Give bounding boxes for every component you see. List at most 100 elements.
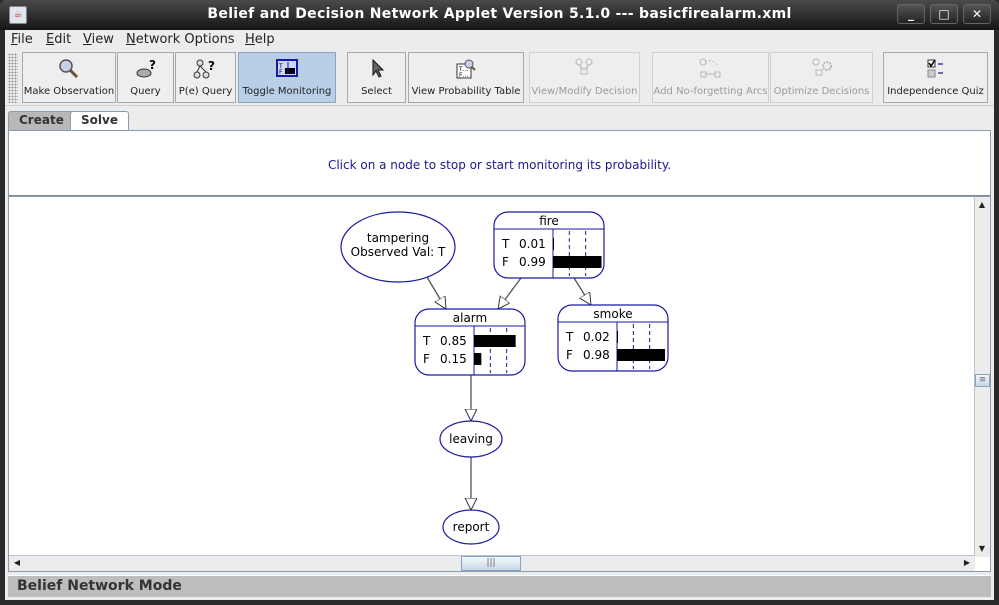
node-name: fire: [539, 214, 559, 228]
probability-bar: [474, 353, 482, 365]
edge-fire-alarm: [498, 277, 522, 309]
tab-solve[interactable]: Solve: [70, 111, 129, 131]
network-canvas[interactable]: tampering Observed Val: T fire T 0.01 F 0.99…: [8, 196, 991, 572]
horizontal-scroll-thumb[interactable]: |||: [461, 556, 521, 571]
state-probability: 0.99: [519, 255, 546, 269]
node-fire[interactable]: fire T 0.01 F 0.99: [493, 211, 605, 279]
toggle-monitoring-button[interactable]: TF Toggle Monitoring: [238, 52, 336, 103]
node-alarm[interactable]: alarm T 0.85 F 0.15: [414, 308, 526, 376]
menu-label: dit: [54, 32, 72, 47]
node-name: tampering: [367, 231, 429, 245]
menu-file[interactable]: File: [11, 32, 33, 47]
toolbar-grip[interactable]: [8, 53, 18, 103]
observed-value: Observed Val: T: [351, 245, 446, 259]
optimize-gear-icon: [812, 58, 832, 76]
mnemonic: N: [126, 32, 136, 47]
button-label: View/Modify Decision: [531, 86, 638, 97]
scroll-right-arrow-icon[interactable]: ▶: [960, 556, 974, 570]
monitor-icon: TF: [276, 59, 298, 77]
menu-bar: File Edit View Network Options Help: [5, 30, 994, 50]
no-forgetting-arcs-icon: [699, 58, 720, 78]
probability-bar: [553, 256, 602, 268]
menu-network-options[interactable]: Network Options: [126, 32, 235, 47]
probability-bar: [553, 238, 554, 250]
select-button[interactable]: Select: [347, 52, 406, 103]
menu-label: iew: [91, 32, 114, 47]
probability-table-icon: T…F…: [456, 59, 476, 79]
svg-text:F: F: [279, 69, 283, 76]
horizontal-scrollbar[interactable]: ◀ ||| ▶: [9, 555, 975, 571]
add-no-forgetting-arcs-button[interactable]: Add No-forgetting Arcs: [652, 52, 769, 103]
window-title: Belief and Decision Network Applet Versi…: [207, 6, 792, 22]
node-name: smoke: [593, 307, 632, 321]
magnifier-icon: [59, 59, 79, 79]
state-label: F: [566, 348, 573, 362]
toolbar: Make Observation ? Query ? P(e) Query TF…: [5, 50, 994, 106]
button-label: Select: [361, 86, 392, 97]
view-probability-table-button[interactable]: T… F… View Probability Table: [408, 52, 524, 103]
node-report[interactable]: report: [442, 509, 500, 545]
close-button[interactable]: ✕: [963, 4, 991, 24]
button-label: Add No-forgetting Arcs: [653, 86, 768, 97]
app-frame: File Edit View Network Options Help Make…: [5, 30, 994, 600]
state-label: F: [423, 352, 430, 366]
state-label: F: [502, 255, 509, 269]
vertical-scrollbar[interactable]: ▲ ≡ ▼: [974, 197, 990, 557]
pe-query-button[interactable]: ? P(e) Query: [175, 52, 236, 103]
independence-quiz-button[interactable]: Independence Quiz: [883, 52, 988, 103]
minimize-button[interactable]: _: [897, 4, 925, 24]
cursor-arrow-icon: [372, 58, 384, 78]
state-label: T: [422, 334, 431, 348]
svg-text:F…: F…: [459, 72, 468, 79]
menu-view[interactable]: View: [83, 32, 114, 47]
tab-create[interactable]: Create: [8, 111, 75, 130]
node-name: alarm: [453, 311, 487, 325]
button-label: View Probability Table: [411, 86, 521, 97]
scroll-down-arrow-icon[interactable]: ▼: [975, 542, 989, 556]
menu-label: etwork Options: [135, 32, 235, 47]
node-leaving[interactable]: leaving: [439, 420, 503, 458]
state-label: T: [565, 330, 574, 344]
edge-fire-smoke: [573, 277, 591, 305]
instruction-message: Click on a node to stop or start monitor…: [327, 158, 672, 172]
network-graph[interactable]: tampering Observed Val: T fire T 0.01 F 0.99…: [9, 197, 973, 555]
mnemonic: V: [83, 32, 92, 47]
probability-bar: [617, 349, 666, 361]
query-node-icon: ?: [136, 58, 156, 78]
menu-label: ile: [17, 32, 33, 47]
message-panel: Click on a node to stop or start monitor…: [8, 130, 991, 196]
button-label: Query: [130, 86, 161, 97]
scroll-left-arrow-icon[interactable]: ◀: [10, 556, 24, 570]
status-bar: Belief Network Mode: [8, 575, 991, 597]
state-probability: 0.15: [440, 352, 467, 366]
query-button[interactable]: ? Query: [117, 52, 174, 103]
make-observation-button[interactable]: Make Observation: [22, 52, 116, 103]
mnemonic: E: [46, 32, 55, 47]
menu-label: elp: [254, 32, 275, 47]
button-label: Toggle Monitoring: [242, 86, 332, 97]
svg-text:?: ?: [208, 59, 215, 73]
menu-help[interactable]: Help: [245, 32, 275, 47]
state-probability: 0.01: [519, 237, 546, 251]
state-probability: 0.98: [583, 348, 610, 362]
node-tampering[interactable]: tampering Observed Val: T: [340, 211, 456, 283]
scroll-up-arrow-icon[interactable]: ▲: [975, 198, 989, 212]
node-name: report: [453, 520, 490, 534]
maximize-button[interactable]: □: [930, 4, 958, 24]
view-modify-decision-button[interactable]: View/Modify Decision: [529, 52, 640, 103]
edge-tampering-alarm: [426, 276, 446, 309]
title-bar: ☕ Belief and Decision Network Applet Ver…: [0, 0, 999, 30]
tab-bar: Create Solve: [5, 110, 994, 131]
decision-icon: [575, 58, 592, 75]
button-label: Make Observation: [23, 86, 115, 97]
menu-edit[interactable]: Edit: [46, 32, 71, 47]
optimize-decisions-button[interactable]: Optimize Decisions: [770, 52, 873, 103]
mnemonic: H: [245, 32, 255, 47]
state-probability: 0.02: [583, 330, 610, 344]
checklist-icon: [927, 59, 943, 78]
node-smoke[interactable]: smoke T 0.02 F 0.98: [557, 304, 669, 372]
state-label: T: [501, 237, 510, 251]
button-label: P(e) Query: [178, 86, 233, 97]
node-name: leaving: [449, 432, 493, 446]
vertical-scroll-thumb[interactable]: ≡: [975, 374, 990, 387]
